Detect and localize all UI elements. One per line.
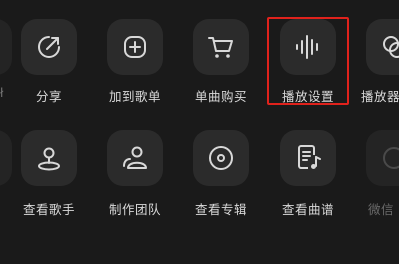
audio-wave-icon	[296, 35, 318, 59]
player-label: 播放器	[361, 89, 399, 104]
production-team-label: 制作团队	[108, 202, 161, 217]
singer-icon	[38, 147, 60, 171]
playback-settings-button[interactable]	[280, 19, 336, 75]
view-singer-button[interactable]	[21, 130, 77, 186]
add-to-playlist-button[interactable]	[107, 19, 163, 75]
player-skin-icon	[383, 36, 399, 58]
partial-item-tile	[0, 130, 12, 186]
buy-single-button[interactable]	[193, 19, 249, 75]
add-to-playlist-icon	[124, 36, 146, 58]
share-button[interactable]	[21, 19, 77, 75]
playback-settings-label: 播放设置	[281, 89, 334, 104]
more-actions-panel: ł 分享 加到歌单 单曲购买 播放设置 播放器 查看歌手 制作团队 查看专辑 查…	[0, 0, 399, 264]
add-to-playlist-label: 加到歌单	[108, 89, 161, 104]
cart-icon	[208, 37, 233, 58]
album-icon	[209, 146, 233, 170]
production-team-button[interactable]	[107, 130, 163, 186]
partial-item-tile	[0, 19, 12, 75]
team-icon	[123, 146, 147, 169]
view-album-button[interactable]	[193, 130, 249, 186]
view-singer-label: 查看歌手	[22, 202, 75, 217]
partial-item-label-fragment: ł	[0, 86, 4, 100]
view-sheet-music-label: 查看曲谱	[281, 202, 334, 217]
wechat-label: 微信	[368, 202, 395, 217]
view-album-label: 查看专辑	[194, 202, 247, 217]
buy-single-label: 单曲购买	[194, 89, 247, 104]
view-sheet-music-button[interactable]	[280, 130, 336, 186]
share-icon	[38, 36, 60, 58]
wechat-icon	[383, 147, 399, 169]
share-label: 分享	[35, 89, 62, 104]
player-button[interactable]	[366, 19, 399, 75]
sheet-music-icon	[298, 145, 321, 169]
wechat-button[interactable]	[366, 130, 399, 186]
